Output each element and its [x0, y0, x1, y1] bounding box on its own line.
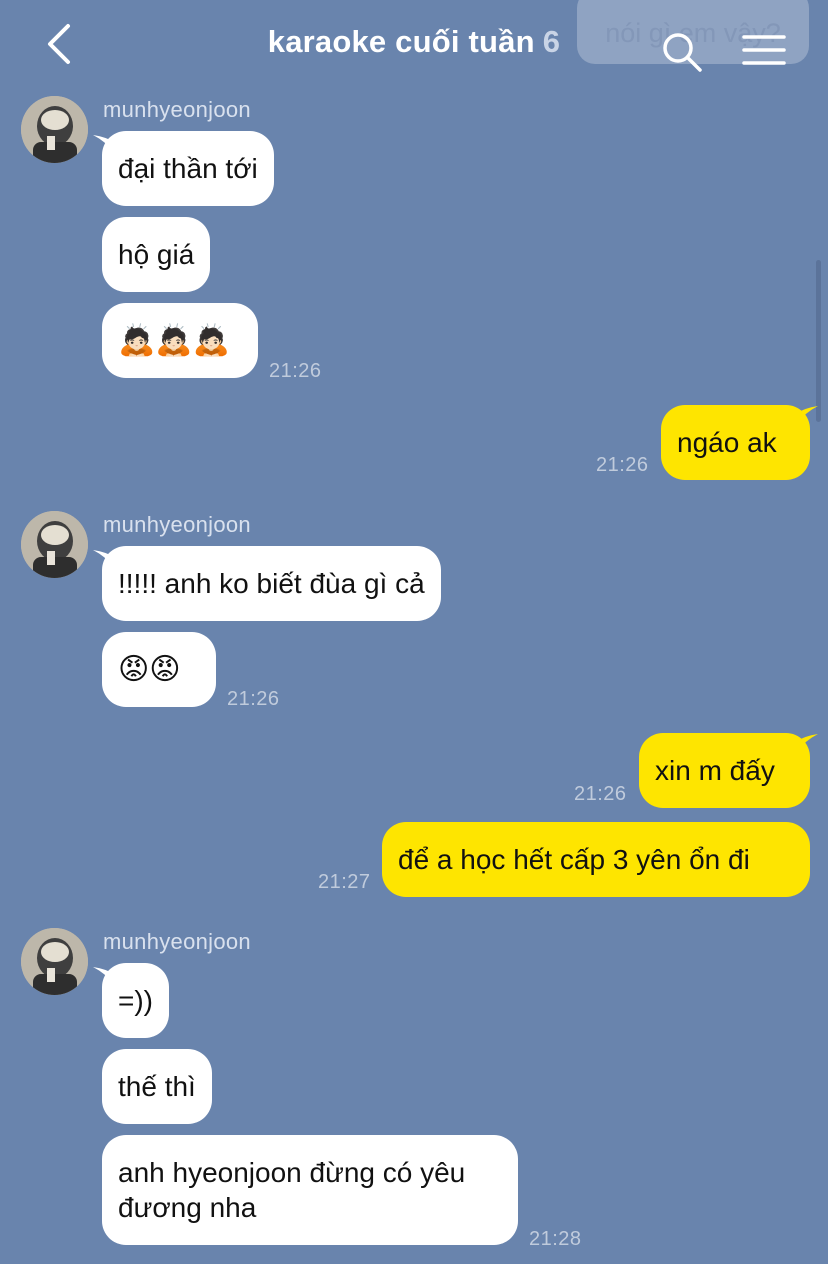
avatar[interactable] — [21, 511, 88, 578]
hamburger-menu-icon[interactable] — [742, 34, 786, 68]
message-time: 21:26 — [574, 783, 627, 805]
bubble-tail — [796, 734, 818, 752]
bubble-tail — [796, 406, 818, 424]
sender-name: munhyeonjoon — [103, 97, 251, 122]
message-bubble[interactable]: anh hyeonjoon đừng có yêu đương nha — [102, 1135, 518, 1245]
message-time: 21:26 — [596, 454, 649, 476]
message-time: 21:28 — [529, 1228, 582, 1250]
message-bubble[interactable]: đại thần tới — [102, 131, 274, 206]
search-icon[interactable] — [660, 30, 704, 74]
avatar[interactable] — [21, 928, 88, 995]
message-bubble[interactable]: !!!!! anh ko biết đùa gì cả — [102, 546, 441, 621]
message-bubble[interactable]: thế thì — [102, 1049, 212, 1124]
member-count: 6 — [542, 24, 561, 59]
message-time: 21:26 — [227, 688, 280, 710]
message-time: 21:27 — [318, 871, 371, 893]
sender-name: munhyeonjoon — [103, 929, 251, 954]
message-bubble[interactable]: ngáo ak — [661, 405, 810, 480]
message-bubble[interactable]: 🙇🏻🙇🏻🙇🏻 — [102, 303, 258, 378]
scrollbar[interactable] — [816, 260, 821, 422]
message-time: 21:26 — [269, 360, 322, 382]
message-bubble[interactable]: xin m đấy — [639, 733, 810, 808]
avatar-photo — [21, 928, 88, 995]
message-bubble[interactable]: =)) — [102, 963, 169, 1038]
avatar-photo — [21, 511, 88, 578]
sender-name: munhyeonjoon — [103, 512, 251, 537]
message-bubble[interactable]: hộ giá — [102, 217, 211, 292]
chat-title-text: karaoke cuối tuần — [267, 24, 535, 59]
avatar-photo — [21, 96, 88, 163]
message-bubble[interactable]: để a học hết cấp 3 yên ổn đi — [382, 822, 810, 897]
message-bubble[interactable]: 😡😡 — [102, 632, 216, 707]
avatar[interactable] — [21, 96, 88, 163]
